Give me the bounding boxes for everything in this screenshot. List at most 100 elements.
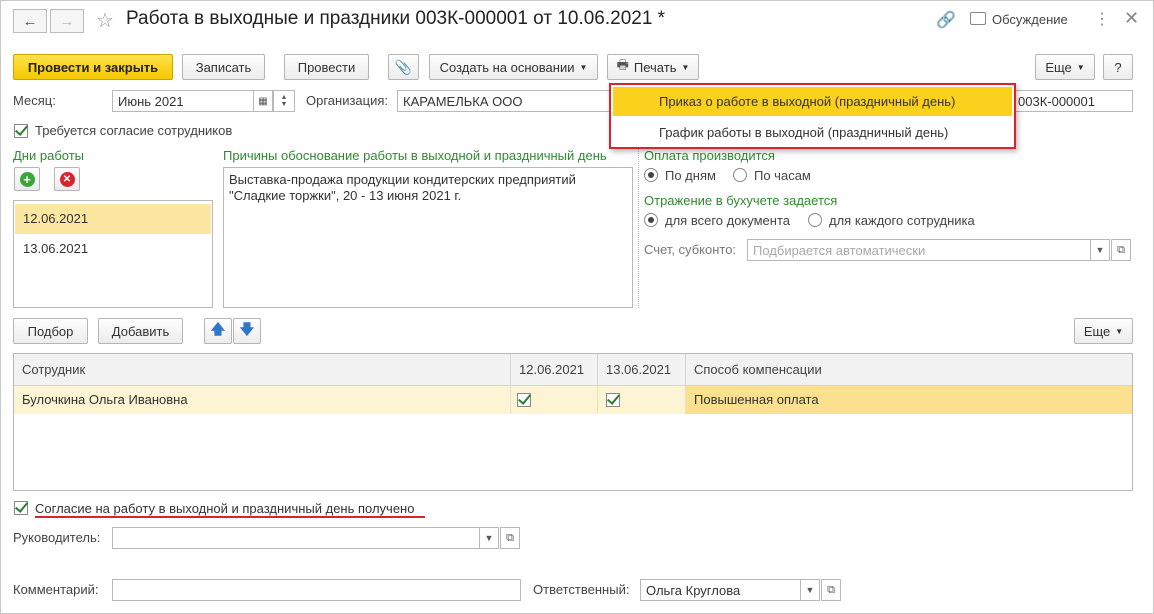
print-menu: Приказ о работе в выходной (праздничный … [609,83,1016,149]
reasons-textarea[interactable]: Выставка-продажа продукции кондитерских … [223,167,633,308]
by-hours-radio[interactable] [733,168,747,182]
plus-circle-icon: + [19,171,35,187]
manager-open-button[interactable]: ⧉ [500,527,520,549]
responsible-input[interactable]: Ольга Круглова [640,579,801,601]
whole-document-radio[interactable] [644,213,658,227]
reasons-text-line: "Сладкие торжки", 20 - 13 июня 2021 г. [229,188,462,203]
chevron-down-icon: ▼ [805,585,815,595]
work-day-item[interactable]: 13.06.2021 [15,234,211,264]
paperclip-icon: 📎 [394,58,413,75]
each-employee-radio[interactable] [808,213,822,227]
manager-label: Руководитель: [13,530,101,545]
open-form-icon: ⧉ [827,583,835,596]
page-title: Работа в выходные и праздники 003К-00000… [126,8,666,29]
consent-received-checkbox[interactable] [14,501,28,515]
accounting-label: Отражение в бухучете задается [644,193,838,208]
consent-required-label: Требуется согласие сотрудников [35,123,233,138]
close-icon[interactable]: ✕ [1124,8,1139,29]
write-button[interactable]: Записать [182,54,265,80]
column-header[interactable]: 13.06.2021 [598,354,686,386]
chevron-down-icon: ▼ [579,62,588,72]
spin-up-icon: ▲ [280,94,288,101]
account-input[interactable]: Подбирается автоматически [747,239,1091,261]
attach-button[interactable]: 📎 [388,54,419,80]
account-label: Счет, субконто: [644,242,737,257]
print-button[interactable]: 🖶 Печать ▼ [607,54,699,80]
month-spin-button[interactable]: ▲ ▼ [273,90,295,112]
chevron-down-icon: ▼ [1115,326,1124,336]
column-header[interactable]: Сотрудник [14,354,511,386]
by-hours-label: По часам [754,168,811,183]
table-more-button[interactable]: Еще ▼ [1074,318,1133,344]
delete-circle-icon: ✕ [59,171,75,187]
employee-name-cell[interactable]: Булочкина Ольга Ивановна [14,386,511,414]
reasons-text-line: Выставка-продажа продукции кондитерских … [229,172,576,187]
payment-label: Оплата производится [644,148,775,163]
print-schedule-menu-item[interactable]: График работы в выходной (праздничный де… [613,118,1012,147]
consent-received-label: Согласие на работу в выходной и празднич… [35,501,415,516]
highlight-underline [35,516,425,518]
printer-icon: 🖶 [616,57,629,72]
month-input[interactable]: Июнь 2021 [112,90,254,112]
chevron-down-icon: ▼ [1095,245,1105,255]
column-header[interactable]: 12.06.2021 [511,354,598,386]
manager-input[interactable] [112,527,480,549]
account-dropdown-button[interactable]: ▼ [1090,239,1110,261]
consent-required-checkbox[interactable] [14,124,28,138]
day1-checkbox[interactable] [517,393,531,407]
print-label: Печать [633,59,677,75]
delete-day-button[interactable]: ✕ [54,167,80,191]
more-button[interactable]: Еще ▼ [1035,54,1095,80]
add-day-button[interactable]: + [14,167,40,191]
open-form-icon: ⧉ [506,531,514,544]
print-order-menu-item[interactable]: Приказ о работе в выходной (праздничный … [613,87,1012,116]
arrow-left-icon: ← [22,12,38,30]
link-icon[interactable]: 🔗 [936,10,956,30]
responsible-label: Ответственный: [533,582,630,597]
column-header[interactable]: Способ компенсации [686,354,1132,386]
arrow-up-icon: 🡅 [210,321,226,337]
responsible-open-button[interactable]: ⧉ [821,579,841,601]
help-button[interactable]: ? [1103,54,1133,80]
create-based-on-label: Создать на основании [439,59,575,75]
post-button[interactable]: Провести [284,54,369,80]
comment-label: Комментарий: [13,582,99,597]
comment-input[interactable] [112,579,521,601]
by-days-label: По дням [665,168,716,183]
reasons-label: Причины обоснование работы в выходной и … [223,148,607,163]
work-days-list: 12.06.2021 13.06.2021 [13,200,213,308]
calendar-button[interactable]: ▦ [253,90,273,112]
account-open-button[interactable]: ⧉ [1111,239,1131,261]
organization-input[interactable]: КАРАМЕЛЬКА ООО [397,90,612,112]
calendar-icon: ▦ [258,95,268,107]
spin-down-icon: ▼ [280,101,288,108]
create-based-on-button[interactable]: Создать на основании ▼ [429,54,598,80]
compensation-cell[interactable]: Повышенная оплата [686,386,1132,414]
star-icon[interactable]: ☆ [96,8,114,33]
table-more-label: Еще [1083,323,1111,339]
add-button[interactable]: Добавить [98,318,183,344]
splitter[interactable] [638,148,639,308]
move-up-button[interactable]: 🡅 [204,318,232,344]
manager-dropdown-button[interactable]: ▼ [479,527,499,549]
move-down-button[interactable]: 🡇 [233,318,261,344]
day1-cell[interactable] [511,386,598,414]
number-input[interactable]: 003К-000001 [1012,90,1133,112]
chevron-down-icon: ▼ [484,533,494,543]
post-and-close-button[interactable]: Провести и закрыть [13,54,173,80]
by-days-radio[interactable] [644,168,658,182]
select-button[interactable]: Подбор [13,318,88,344]
forward-button[interactable]: → [50,9,84,33]
day2-cell[interactable] [598,386,686,414]
more-options-icon[interactable]: ⋮ [1094,9,1110,29]
more-label: Еще [1045,59,1072,75]
responsible-dropdown-button[interactable]: ▼ [800,579,820,601]
day2-checkbox[interactable] [606,393,620,407]
whole-document-label: для всего документа [665,213,790,228]
work-days-label: Дни работы [13,148,85,163]
discussion-link[interactable]: Обсуждение [992,12,1068,27]
work-day-item[interactable]: 12.06.2021 [15,204,211,234]
arrow-down-icon: 🡇 [239,321,255,337]
back-button[interactable]: ← [13,9,47,33]
month-label: Месяц: [13,93,56,108]
